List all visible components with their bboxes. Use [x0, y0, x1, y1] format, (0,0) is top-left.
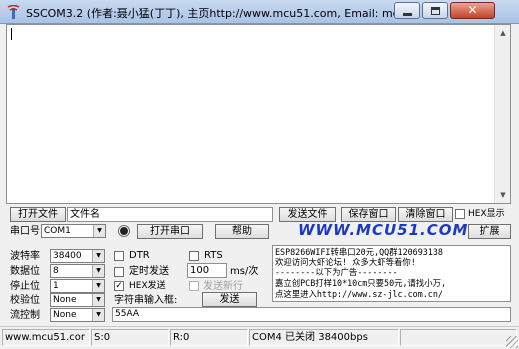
window-title: SSCOM3.2 (作者:聂小猛(丁丁), 主页http://www.mcu51… — [26, 7, 410, 20]
timed-send-checkbox[interactable] — [114, 267, 124, 277]
hex-display-label: HEX显示 — [468, 209, 505, 219]
maximize-icon — [431, 7, 440, 15]
info-line[interactable]: 点这里进入http://www.sz-jlc.com.cn/ — [275, 289, 443, 299]
info-line: --------以下为广告-------- — [275, 267, 398, 277]
hex-display-checkbox[interactable] — [455, 209, 465, 219]
parity-label: 校验位 — [10, 295, 40, 306]
status-bar: www.mcu51.cor S:0 R:0 COM4 已关闭 38400bps — [0, 326, 519, 349]
title-bar[interactable]: SSCOM3.2 (作者:聂小猛(丁丁), 主页http://www.mcu51… — [0, 0, 519, 24]
scroll-down-icon[interactable]: ▼ — [495, 187, 511, 203]
chevron-down-icon[interactable]: ▼ — [92, 280, 104, 292]
chevron-down-icon[interactable]: ▼ — [93, 225, 105, 237]
interval-input[interactable]: 100 — [187, 263, 227, 278]
signal-tower-icon — [7, 5, 20, 19]
send-file-button[interactable]: 发送文件 — [279, 207, 336, 222]
stopbits-label: 停止位 — [10, 281, 40, 292]
flow-select[interactable]: None ▼ — [50, 308, 105, 322]
status-empty-pane — [400, 329, 517, 346]
info-panel[interactable]: ESP8266WIFI转串口20元,QQ群120693138 欢迎访问大虾论坛!… — [272, 245, 511, 302]
status-site: www.mcu51.cor — [2, 329, 90, 346]
close-button[interactable]: ✕ — [450, 2, 495, 19]
close-icon: ✕ — [467, 3, 478, 17]
input-label: 字符串输入框: — [114, 295, 178, 306]
rts-label: RTS — [204, 250, 223, 261]
port-status-indicator-icon — [118, 225, 130, 237]
chevron-down-icon[interactable]: ▼ — [92, 294, 104, 306]
dtr-label: DTR — [129, 250, 150, 261]
databits-select[interactable]: 8 ▼ — [50, 264, 105, 278]
dtr-checkbox[interactable] — [114, 251, 124, 261]
flow-label: 流控制 — [10, 310, 40, 321]
send-button[interactable]: 发送 — [202, 292, 257, 307]
parity-select-value: None — [53, 295, 77, 305]
open-file-button[interactable]: 打开文件 — [10, 207, 66, 222]
databits-label: 数据位 — [10, 266, 40, 277]
status-received-count: R:0 — [170, 329, 248, 346]
status-sent-count: S:0 — [91, 329, 169, 346]
minimize-icon — [403, 13, 412, 16]
chevron-down-icon[interactable]: ▼ — [92, 265, 104, 277]
hex-send-label: HEX发送 — [129, 281, 166, 291]
save-window-button[interactable]: 保存窗口 — [341, 207, 396, 222]
text-caret — [11, 28, 12, 40]
baud-select-value: 38400 — [53, 251, 82, 261]
filename-input[interactable]: 文件名 — [67, 207, 273, 222]
baud-select[interactable]: 38400 ▼ — [50, 249, 105, 263]
port-select-value: COM1 — [44, 226, 71, 236]
receive-scrollbar[interactable]: ▲ ▼ — [494, 25, 510, 203]
maximize-button[interactable] — [422, 2, 448, 19]
info-line: 欢迎访问大虾论坛! 众多大虾等着你! — [275, 257, 416, 267]
port-select[interactable]: COM1 ▼ — [41, 224, 106, 238]
send-string-input[interactable]: 55AA — [112, 307, 511, 322]
extend-button[interactable]: 扩展 — [468, 224, 511, 239]
status-port-state: COM4 已关闭 38400bps — [249, 329, 399, 346]
stopbits-select-value: 1 — [53, 281, 59, 291]
info-line[interactable]: ESP8266WIFI转串口20元,QQ群120693138 — [275, 247, 443, 257]
rts-checkbox[interactable] — [189, 251, 199, 261]
receive-text-area[interactable]: ▲ ▼ — [6, 24, 511, 204]
databits-select-value: 8 — [53, 266, 59, 276]
chevron-down-icon[interactable]: ▼ — [92, 250, 104, 262]
flow-select-value: None — [53, 310, 77, 320]
stopbits-select[interactable]: 1 ▼ — [50, 279, 105, 293]
parity-select[interactable]: None ▼ — [50, 293, 105, 307]
interval-unit: ms/次 — [230, 266, 259, 277]
hex-send-checkbox[interactable]: ✓ — [114, 281, 124, 291]
open-port-button[interactable]: 打开串口 — [137, 224, 203, 239]
resize-grip-icon[interactable] — [506, 336, 518, 348]
send-newline-checkbox[interactable] — [189, 281, 199, 291]
chevron-down-icon[interactable]: ▼ — [92, 309, 104, 321]
clear-window-button[interactable]: 清除窗口 — [398, 207, 453, 222]
timed-send-label: 定时发送 — [129, 266, 169, 277]
scroll-up-icon[interactable]: ▲ — [495, 25, 511, 41]
info-line[interactable]: 嘉立创PCB打样10*10cm只要50元,请找小万, — [275, 278, 446, 288]
brand-logo-text: WWW.MCU51.COM — [298, 221, 469, 239]
minimize-button[interactable] — [394, 2, 420, 19]
baud-label: 波特率 — [10, 251, 40, 262]
help-button[interactable]: 帮助 — [215, 224, 269, 239]
port-label: 串口号 — [10, 226, 40, 237]
